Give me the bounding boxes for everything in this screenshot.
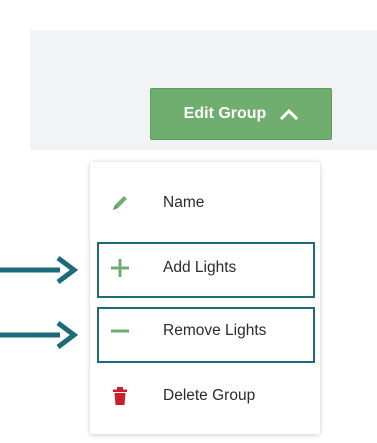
menu-item-delete-group[interactable]: Delete Group (90, 367, 320, 425)
add-lights-highlight-box (97, 242, 315, 298)
remove-lights-highlight-box (97, 307, 315, 363)
menu-item-name[interactable]: Name (90, 174, 320, 232)
pencil-icon (108, 191, 132, 215)
arrow-right-icon (0, 321, 79, 349)
arrow-right-icon (0, 256, 79, 284)
edit-group-button[interactable]: Edit Group (150, 88, 332, 140)
edit-group-dropdown-menu: Name Add Lights Remove Lights Delete Gro… (90, 162, 320, 434)
chevron-up-icon (280, 108, 299, 120)
menu-item-label: Delete Group (163, 387, 256, 404)
edit-group-label: Edit Group (183, 105, 267, 122)
trash-icon (108, 384, 132, 408)
menu-item-label: Name (163, 194, 205, 211)
